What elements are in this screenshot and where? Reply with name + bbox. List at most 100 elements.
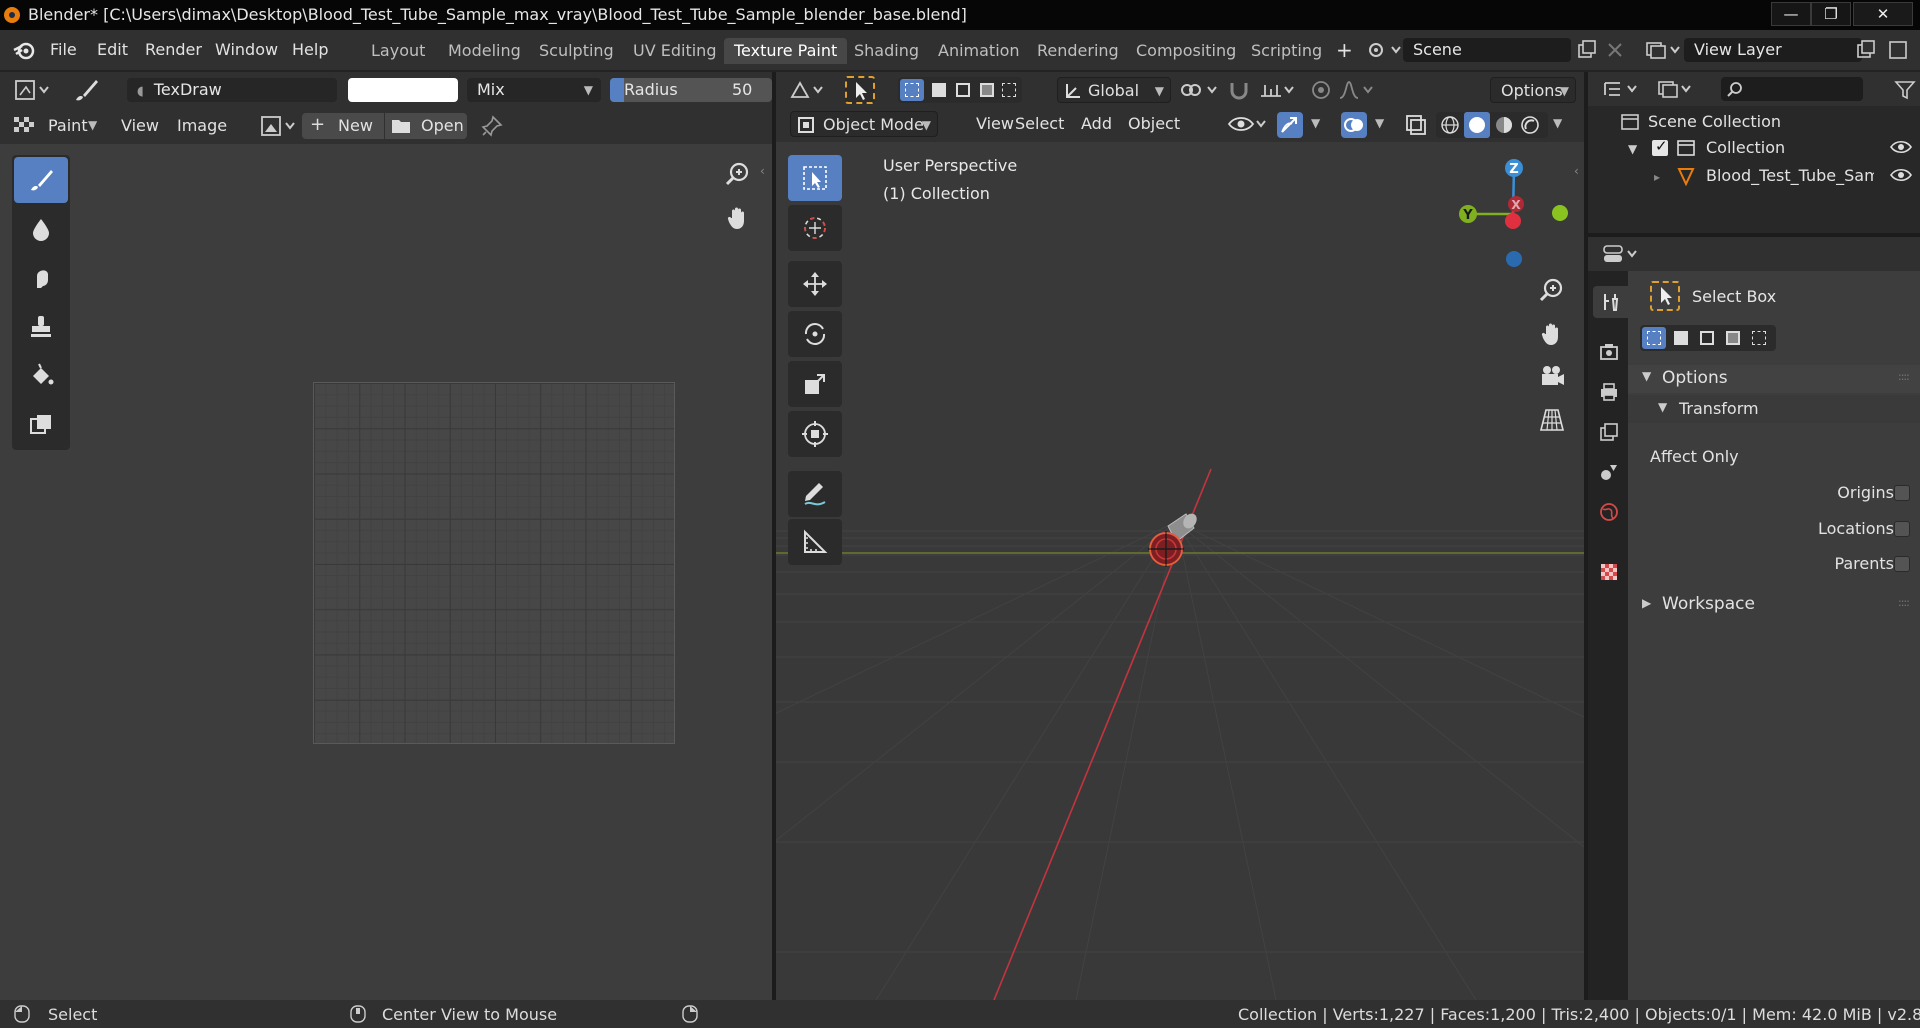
chevron-down-icon[interactable]: ▼ [1375, 116, 1384, 130]
navigation-gizmo[interactable]: Z Y X [1458, 155, 1578, 275]
add-workspace-button[interactable]: + [1336, 38, 1353, 62]
chevron-down-icon[interactable]: ▼ [1311, 116, 1320, 130]
copy-view-layer-icon[interactable] [1855, 39, 1877, 61]
editor-type-icon[interactable] [14, 79, 54, 101]
options-section-header[interactable]: ▼ Options :::: [1628, 365, 1920, 393]
menu-image-view[interactable]: View [121, 116, 159, 135]
select-tool-active-button[interactable] [845, 76, 875, 104]
pan-viewport-button[interactable] [1534, 316, 1570, 352]
drag-handle-icon[interactable]: :::: [1898, 370, 1910, 383]
menu-viewport-object[interactable]: Object [1128, 114, 1180, 133]
close-button[interactable]: ✕ [1853, 2, 1913, 26]
xray-toggle-icon[interactable] [1404, 113, 1428, 137]
menu-viewport-add[interactable]: Add [1081, 114, 1112, 133]
scene-name-field[interactable]: Scene [1403, 38, 1571, 62]
snap-target-icon[interactable] [1259, 79, 1299, 101]
eye-icon[interactable] [1890, 138, 1912, 156]
pivot-point-icon[interactable] [1178, 79, 1222, 101]
tab-world-properties[interactable] [1593, 496, 1625, 528]
image-browse-icon[interactable] [260, 115, 300, 137]
open-image-button[interactable]: Open [385, 113, 467, 139]
tab-uv-editing[interactable]: UV Editing [623, 38, 726, 64]
transform-subsection-header[interactable]: ▼ Transform [1628, 395, 1920, 423]
sidebar-toggle-icon[interactable]: ‹ [760, 164, 765, 178]
locations-checkbox[interactable] [1894, 521, 1910, 537]
gizmo-toggle-button[interactable] [1277, 112, 1303, 138]
eye-icon[interactable] [1890, 166, 1912, 184]
smear-tool-button[interactable] [14, 255, 68, 301]
draw-tool-button[interactable] [14, 157, 68, 203]
menu-viewport-select[interactable]: Select [1015, 114, 1064, 133]
brush-name-field[interactable]: ◖ TexDraw [127, 78, 337, 102]
new-image-button[interactable]: + New [302, 113, 384, 139]
blender-menu-icon[interactable] [12, 38, 36, 62]
menu-viewport-view[interactable]: View [976, 114, 1014, 133]
outliner-scene-collection[interactable]: Scene Collection [1648, 110, 1781, 134]
tab-render-properties[interactable] [1593, 336, 1625, 368]
transform-tool-button[interactable] [788, 411, 842, 457]
image-grid-canvas[interactable] [313, 382, 675, 744]
test-tube-object[interactable] [1146, 504, 1206, 584]
pan-image-button[interactable] [720, 200, 756, 236]
filter-icon[interactable] [1894, 79, 1916, 101]
expand-arrow-icon[interactable]: ▸ [1654, 170, 1660, 184]
tab-compositing[interactable]: Compositing [1126, 38, 1246, 64]
delete-view-layer-icon[interactable] [1887, 39, 1909, 61]
gizmo-neg-y-axis[interactable] [1552, 205, 1568, 221]
outliner-editor-type-icon[interactable] [1602, 78, 1642, 100]
outliner-object[interactable]: Blood_Test_Tube_Sample [1706, 164, 1874, 188]
outliner-collection[interactable]: Collection [1706, 136, 1785, 160]
delete-scene-icon[interactable] [1606, 41, 1624, 59]
falloff-curve-icon[interactable] [1338, 79, 1378, 101]
tab-layout[interactable]: Layout [361, 38, 435, 64]
viewport-options-dropdown[interactable]: Options ▼ [1490, 77, 1576, 103]
move-tool-button[interactable] [788, 261, 842, 307]
annotate-tool-button[interactable] [788, 471, 842, 517]
tab-tool-properties[interactable] [1593, 286, 1629, 318]
tab-modeling[interactable]: Modeling [438, 38, 531, 64]
brush-color-swatch[interactable] [348, 78, 458, 102]
select-extend-icon[interactable] [932, 83, 946, 97]
tab-sculpting[interactable]: Sculpting [529, 38, 624, 64]
minimize-button[interactable]: — [1771, 2, 1811, 26]
overlays-toggle-button[interactable] [1341, 112, 1367, 138]
zoom-image-button[interactable] [720, 156, 756, 192]
rendered-shading-icon[interactable] [1520, 115, 1540, 135]
parents-checkbox[interactable] [1894, 556, 1910, 572]
collapse-arrow-icon[interactable]: ▼ [1628, 142, 1637, 156]
scale-tool-button[interactable] [788, 361, 842, 407]
mask-tool-button[interactable] [14, 402, 68, 448]
tab-rendering[interactable]: Rendering [1027, 38, 1129, 64]
select-invert-icon[interactable] [1726, 331, 1740, 345]
brush-icon[interactable] [72, 76, 100, 104]
menu-file[interactable]: File [50, 40, 77, 59]
select-intersect-icon[interactable] [1002, 83, 1016, 97]
menu-image[interactable]: Image [177, 116, 227, 135]
select-subtract-icon[interactable] [956, 83, 970, 97]
viewport-editor-type-icon[interactable] [790, 79, 826, 101]
measure-tool-button[interactable] [788, 519, 842, 565]
tab-shading[interactable]: Shading [844, 38, 929, 64]
display-mode-icon[interactable] [1656, 78, 1696, 100]
origins-checkbox[interactable] [1894, 485, 1910, 501]
clone-tool-button[interactable] [14, 304, 68, 350]
material-shading-icon[interactable] [1494, 115, 1514, 135]
snap-magnet-icon[interactable] [1227, 79, 1251, 101]
transform-orientation-dropdown[interactable]: Global ▼ [1057, 77, 1171, 103]
fill-tool-button[interactable] [14, 353, 68, 399]
camera-view-button[interactable] [1534, 358, 1570, 394]
gizmo-neg-z-axis[interactable] [1506, 251, 1522, 267]
gizmo-neg-x-axis[interactable] [1505, 213, 1521, 229]
select-box-tool-button[interactable] [788, 155, 842, 201]
select-extend-icon[interactable] [1674, 331, 1688, 345]
tab-view-layer-properties[interactable] [1593, 416, 1625, 448]
visibility-eye-icon[interactable] [1227, 113, 1269, 135]
menu-edit[interactable]: Edit [97, 40, 128, 59]
object-mode-dropdown[interactable]: Object Mode ▼ [790, 111, 938, 137]
outliner-search-input[interactable] [1721, 77, 1863, 101]
soften-tool-button[interactable] [14, 206, 68, 252]
workspace-section-header[interactable]: ▶ Workspace :::: [1628, 591, 1920, 619]
perspective-toggle-button[interactable] [1534, 402, 1570, 438]
view-layer-field[interactable]: View Layer [1684, 38, 1862, 62]
tab-texture-paint[interactable]: Texture Paint [724, 38, 848, 64]
